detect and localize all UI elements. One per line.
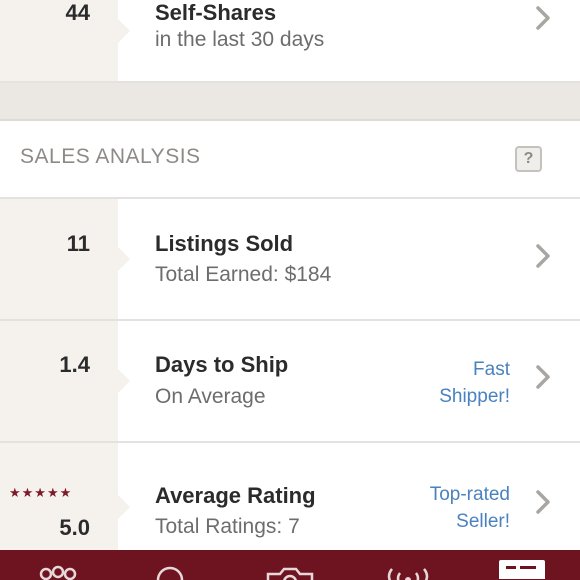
fast-shipper-badge: Fast Shipper!: [439, 356, 510, 410]
row-gutter: [0, 199, 130, 319]
people-icon[interactable]: [33, 564, 83, 580]
listings-sold-row[interactable]: 11 Listings Sold Total Earned: $184: [0, 199, 580, 321]
days-to-ship-value: 1.4: [59, 352, 90, 377]
average-rating-subtitle: Total Ratings: 7: [155, 515, 300, 538]
chevron-right-icon: [536, 365, 550, 389]
listings-sold-title: Listings Sold: [155, 231, 294, 256]
listings-sold-subtitle: Total Earned: $184: [155, 263, 332, 286]
days-to-ship-subtitle: On Average: [155, 385, 266, 408]
listings-sold-count: 11: [66, 231, 90, 256]
self-shares-row[interactable]: 44 Self-Shares in the last 30 days: [0, 0, 580, 83]
badge-line: Fast: [473, 359, 510, 380]
broadcast-icon[interactable]: [378, 564, 438, 580]
self-shares-title: Self-Shares: [155, 0, 277, 25]
days-to-ship-row[interactable]: 1.4 Days to Ship On Average Fast Shipper…: [0, 321, 580, 443]
section-title: SALES ANALYSIS: [20, 145, 201, 168]
help-icon[interactable]: ?: [515, 146, 542, 172]
average-rating-title: Average Rating: [155, 483, 316, 508]
rating-stars: ★★★★★: [9, 485, 73, 500]
row-gutter: [0, 0, 130, 81]
bottom-tab-bar: [0, 550, 580, 580]
average-rating-value: 5.0: [59, 515, 90, 540]
camera-icon[interactable]: [265, 564, 315, 580]
badge-line: Shipper!: [439, 386, 510, 407]
badge-line: Seller!: [456, 511, 510, 532]
badge-line: Top-rated: [429, 484, 510, 505]
chevron-right-icon: [536, 244, 550, 268]
chevron-right-icon: [536, 490, 550, 514]
self-shares-count: 44: [65, 0, 90, 25]
self-shares-subtitle: in the last 30 days: [155, 28, 325, 51]
section-divider: [0, 83, 580, 121]
days-to-ship-title: Days to Ship: [155, 352, 289, 377]
row-gutter: [0, 321, 130, 441]
sales-analysis-header: SALES ANALYSIS ?: [0, 121, 580, 199]
chevron-right-icon: [536, 6, 550, 30]
top-rated-badge: Top-rated Seller!: [430, 481, 510, 535]
news-icon[interactable]: [498, 559, 548, 579]
search-icon[interactable]: [150, 564, 190, 580]
